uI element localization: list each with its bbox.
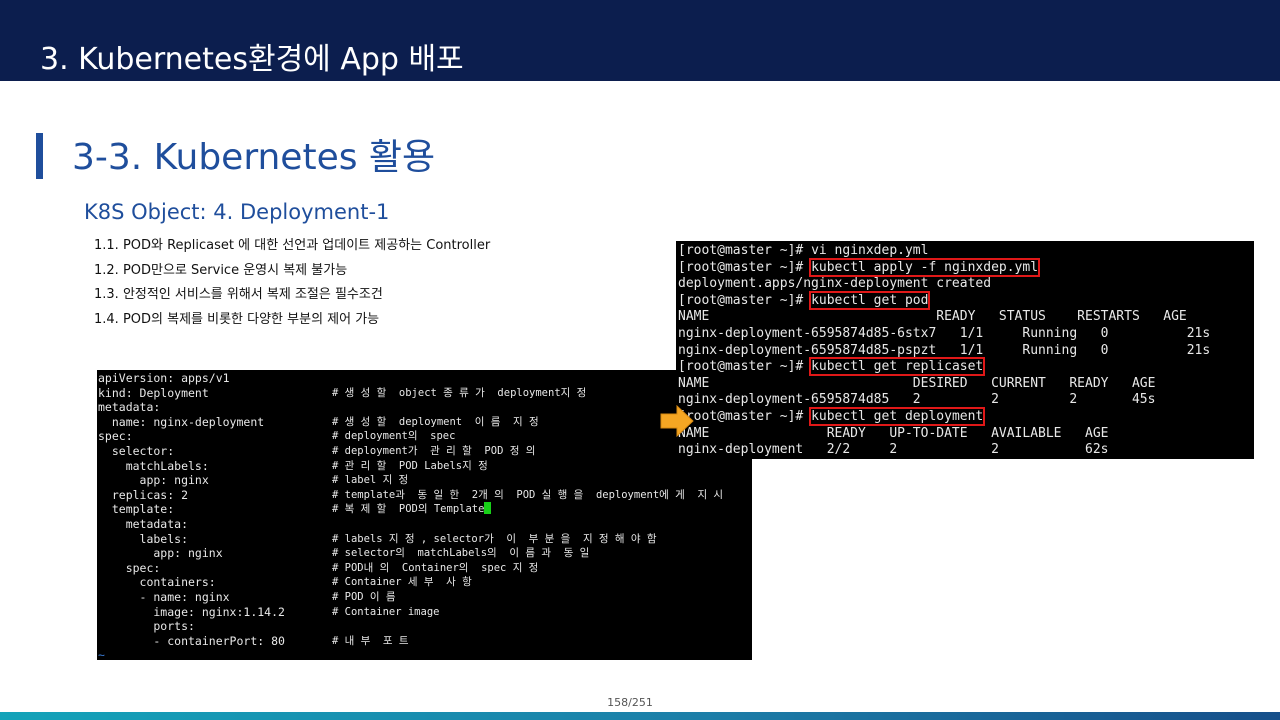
yaml-comment: # deployment의 spec <box>332 430 456 443</box>
yaml-code: template: <box>98 502 175 517</box>
vi-empty-line-marker: ~ <box>98 648 105 660</box>
yaml-comment: # deployment가 관 리 할 POD 정 의 <box>332 444 536 457</box>
kubectl-terminal-screenshot: [root@master ~]# vi nginxdep.yml [root@m… <box>676 241 1254 459</box>
yaml-line: - name: nginx # POD 이 름 <box>98 590 752 605</box>
command-get-pod-highlight: kubectl get pod <box>809 290 931 310</box>
prompt: [root@master ~]# <box>678 292 812 308</box>
yaml-line: image: nginx:1.14.2 # Container image <box>98 605 752 620</box>
yaml-code: name: nginx-deployment <box>98 414 265 429</box>
yaml-comment: # 생 성 할 deployment 이 름 지 정 <box>332 415 539 428</box>
yaml-comment: # label 지 정 <box>332 474 409 487</box>
yaml-line: apiVersion: apps/v1 <box>98 371 752 386</box>
yaml-line: containers: # Container 세 부 사 항 <box>98 575 752 590</box>
slide-subheading: K8S Object: 4. Deployment-1 <box>84 200 390 224</box>
command-get-deployment-highlight: kubectl get deployment <box>809 406 986 426</box>
bullet-item: 1.2. POD만으로 Service 운영시 복제 불가능 <box>94 262 348 278</box>
yaml-line: template: # 복 제 할 POD의 Template <box>98 502 752 517</box>
yaml-code: metadata: <box>98 400 161 415</box>
yaml-line: name: nginx-deployment # 생 성 할 deployment… <box>98 415 752 430</box>
yaml-line: replicas: 2 # template과 동 일 한 2개 의 POD 실 … <box>98 488 752 503</box>
yaml-comment: # selector의 matchLabels의 이 름 과 동 일 <box>332 547 590 560</box>
bullet-item: 1.3. 안정적인 서비스를 위해서 복제 조절은 필수조건 <box>94 287 383 302</box>
yaml-terminal-screenshot: apiVersion: apps/v1 kind: Deployment # 생 성… <box>97 370 752 660</box>
prompt: [root@master ~]# <box>678 243 812 258</box>
replicaset-table-header: NAME DESIRED CURRENT READY AGE <box>678 375 1156 391</box>
heading-accent-bar <box>36 133 43 179</box>
yaml-line: ports: <box>98 619 752 634</box>
yaml-comment: # 생 성 할 object 종 류 가 deployment지 정 <box>332 386 587 399</box>
kubectl-output: [root@master ~]# vi nginxdep.yml [root@m… <box>676 241 1254 459</box>
yaml-code: metadata: <box>98 516 189 531</box>
prompt: [root@master ~]# <box>678 359 812 375</box>
apply-result: deployment.apps/nginx-deployment created <box>678 276 992 292</box>
slide-heading: 3-3. Kubernetes 활용 <box>72 137 436 178</box>
yaml-code: - name: nginx <box>98 589 230 604</box>
deployment-table-row: nginx-deployment 2/2 2 2 62s <box>678 442 1109 458</box>
yaml-line: app: nginx # selector의 matchLabels의 이 름 과… <box>98 546 752 561</box>
pod-table-row: nginx-deployment-6595874d85-pspzt 1/1 Ru… <box>678 342 1211 358</box>
header-bar: 3. Kubernetes환경에 App 배포 <box>0 0 1280 81</box>
yaml-line: labels: # labels 지 정 , selector가 이 부 분 을 … <box>98 532 752 547</box>
bullet-list: 1.1. POD와 Replicaset 에 대한 선언과 업데이트 제공하는 … <box>94 234 490 332</box>
command-vi: vi nginxdep.yml <box>811 243 929 258</box>
yaml-code: spec: <box>98 429 133 444</box>
yaml-code: replicas: 2 <box>98 487 189 502</box>
yaml-code: kind: Deployment <box>98 385 209 400</box>
yaml-line: matchLabels: # 관 리 할 POD Labels지 정 <box>98 459 752 474</box>
yaml-comment: # 관 리 할 POD Labels지 정 <box>332 459 488 472</box>
bullet-item: 1.1. POD와 Replicaset 에 대한 선언과 업데이트 제공하는 … <box>94 238 491 253</box>
text-cursor <box>484 502 492 515</box>
yaml-line: selector: # deployment가 관 리 할 POD 정 의 <box>98 444 752 459</box>
yaml-line: app: nginx # label 지 정 <box>98 473 752 488</box>
yaml-comment: # 내 부 포 트 <box>332 634 409 647</box>
prompt: [root@master ~]# <box>678 259 812 275</box>
yaml-comment: # POD내 의 Container의 spec 지 정 <box>332 561 539 574</box>
command-apply-highlight: kubectl apply -f nginxdep.yml <box>809 257 1041 277</box>
yaml-comment: # 복 제 할 POD의 Template <box>332 503 485 516</box>
right-arrow-icon <box>660 405 694 437</box>
yaml-code: spec: <box>98 560 161 575</box>
yaml-code: image: nginx:1.14.2 <box>98 604 285 619</box>
yaml-content: apiVersion: apps/v1 kind: Deployment # 생 성… <box>97 370 752 660</box>
deployment-table-header: NAME READY UP-TO-DATE AVAILABLE AGE <box>678 425 1109 441</box>
yaml-line: metadata: <box>98 400 752 415</box>
yaml-line: spec: # deployment의 spec <box>98 429 752 444</box>
replicaset-table-row: nginx-deployment-6595874d85 2 2 2 45s <box>678 392 1156 408</box>
yaml-code: apiVersion: apps/v1 <box>98 371 230 385</box>
yaml-code: - containerPort: 80 <box>98 633 285 648</box>
yaml-comment: # Container 세 부 사 항 <box>332 576 472 589</box>
yaml-code: containers: <box>98 575 216 590</box>
prompt: [root@master ~]# <box>678 408 812 424</box>
pod-table-row: nginx-deployment-6595874d85-6stx7 1/1 Ru… <box>678 325 1211 341</box>
page-number: 158/251 <box>607 696 653 709</box>
yaml-line: kind: Deployment # 생 성 할 object 종 류 가 dep… <box>98 386 752 401</box>
yaml-code: labels: <box>98 531 189 546</box>
yaml-code: app: nginx <box>98 546 223 561</box>
yaml-code: ports: <box>98 619 195 634</box>
yaml-line: - containerPort: 80 # 내 부 포 트 <box>98 634 752 649</box>
yaml-comment: # template과 동 일 한 2개 의 POD 실 행 을 deploym… <box>332 488 724 501</box>
yaml-line: spec: # POD내 의 Container의 spec 지 정 <box>98 561 752 576</box>
section-title: 3. Kubernetes환경에 App 배포 <box>40 42 464 77</box>
yaml-comment: # labels 지 정 , selector가 이 부 분 을 지 정 해 야… <box>332 532 657 545</box>
bullet-item: 1.4. POD의 복제를 비롯한 다양한 부분의 제어 가능 <box>94 311 380 327</box>
yaml-code: matchLabels: <box>98 458 209 473</box>
yaml-comment: # Container image <box>332 605 440 618</box>
command-get-replicaset-highlight: kubectl get replicaset <box>809 357 986 377</box>
yaml-line: metadata: <box>98 517 752 532</box>
footer-gradient-bar <box>0 712 1280 720</box>
yaml-code: app: nginx <box>98 473 209 488</box>
yaml-comment: # POD 이 름 <box>332 590 396 603</box>
pod-table-header: NAME READY STATUS RESTARTS AGE <box>678 309 1187 325</box>
yaml-code: selector: <box>98 443 175 458</box>
